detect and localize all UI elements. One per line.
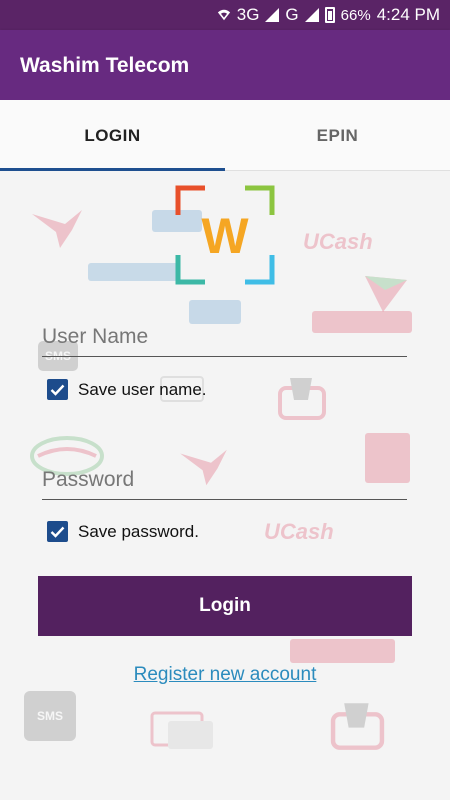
app-title: Washim Telecom — [20, 54, 190, 77]
password-input[interactable] — [42, 460, 407, 499]
clock: 4:24 PM — [376, 5, 440, 24]
status-bar: 3G G 66% 4:24 PM — [0, 0, 450, 30]
tab-bar: LOGIN EPIN — [0, 100, 450, 171]
save-username-checkbox[interactable] — [47, 379, 68, 400]
phone-hand-icon — [330, 703, 385, 750]
save-username-row[interactable]: Save user name. — [47, 379, 207, 400]
app-bar: Washim Telecom — [0, 30, 450, 100]
save-username-label: Save user name. — [78, 379, 207, 399]
save-password-label: Save password. — [78, 521, 199, 541]
bank-logo-watermark — [88, 263, 178, 281]
washim-logo: W — [175, 185, 275, 285]
battery-percent: 66% — [340, 6, 371, 24]
login-button[interactable]: Login — [38, 576, 412, 636]
triangle-logo-icon — [365, 276, 407, 312]
checkmark-icon — [50, 526, 65, 538]
save-password-checkbox[interactable] — [47, 521, 68, 542]
checkmark-icon — [50, 384, 65, 396]
ucash-watermark: UCash — [264, 519, 334, 544]
sms-watermark: SMS — [24, 691, 76, 741]
tab-epin[interactable]: EPIN — [225, 100, 450, 171]
mobile-cash-watermark — [290, 639, 395, 663]
username-field-wrapper — [42, 317, 407, 357]
register-link: Register new account — [0, 664, 450, 686]
tab-login[interactable]: LOGIN — [0, 100, 225, 171]
signal-icon — [265, 8, 280, 22]
status-icons: 3G G 66% 4:24 PM — [217, 5, 440, 25]
signal-icon — [304, 8, 319, 22]
save-password-row[interactable]: Save password. — [47, 521, 199, 542]
password-field-wrapper — [42, 460, 407, 500]
battery-icon — [324, 7, 335, 23]
login-content: UCash SMS UCash SMS W User Name Save use… — [0, 171, 450, 800]
card-icon — [150, 711, 213, 749]
bird-logo-icon — [32, 210, 82, 248]
register-new-account-link[interactable]: Register new account — [134, 664, 317, 685]
network-3g-label: 3G — [236, 5, 260, 24]
phone-hand-icon — [278, 378, 326, 420]
wifi-icon — [217, 9, 230, 21]
logo-letter: W — [201, 208, 249, 264]
ucash-watermark: UCash — [303, 229, 373, 254]
network-g-label: G — [285, 5, 299, 24]
username-input[interactable] — [42, 317, 407, 356]
